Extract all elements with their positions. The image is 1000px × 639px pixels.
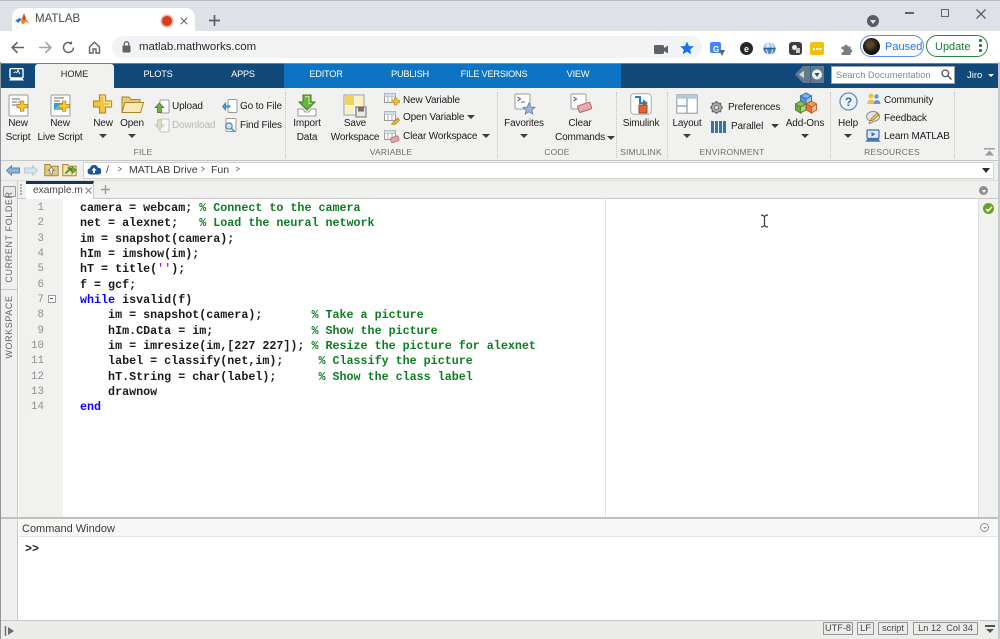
svg-text:?: ? xyxy=(845,95,852,109)
